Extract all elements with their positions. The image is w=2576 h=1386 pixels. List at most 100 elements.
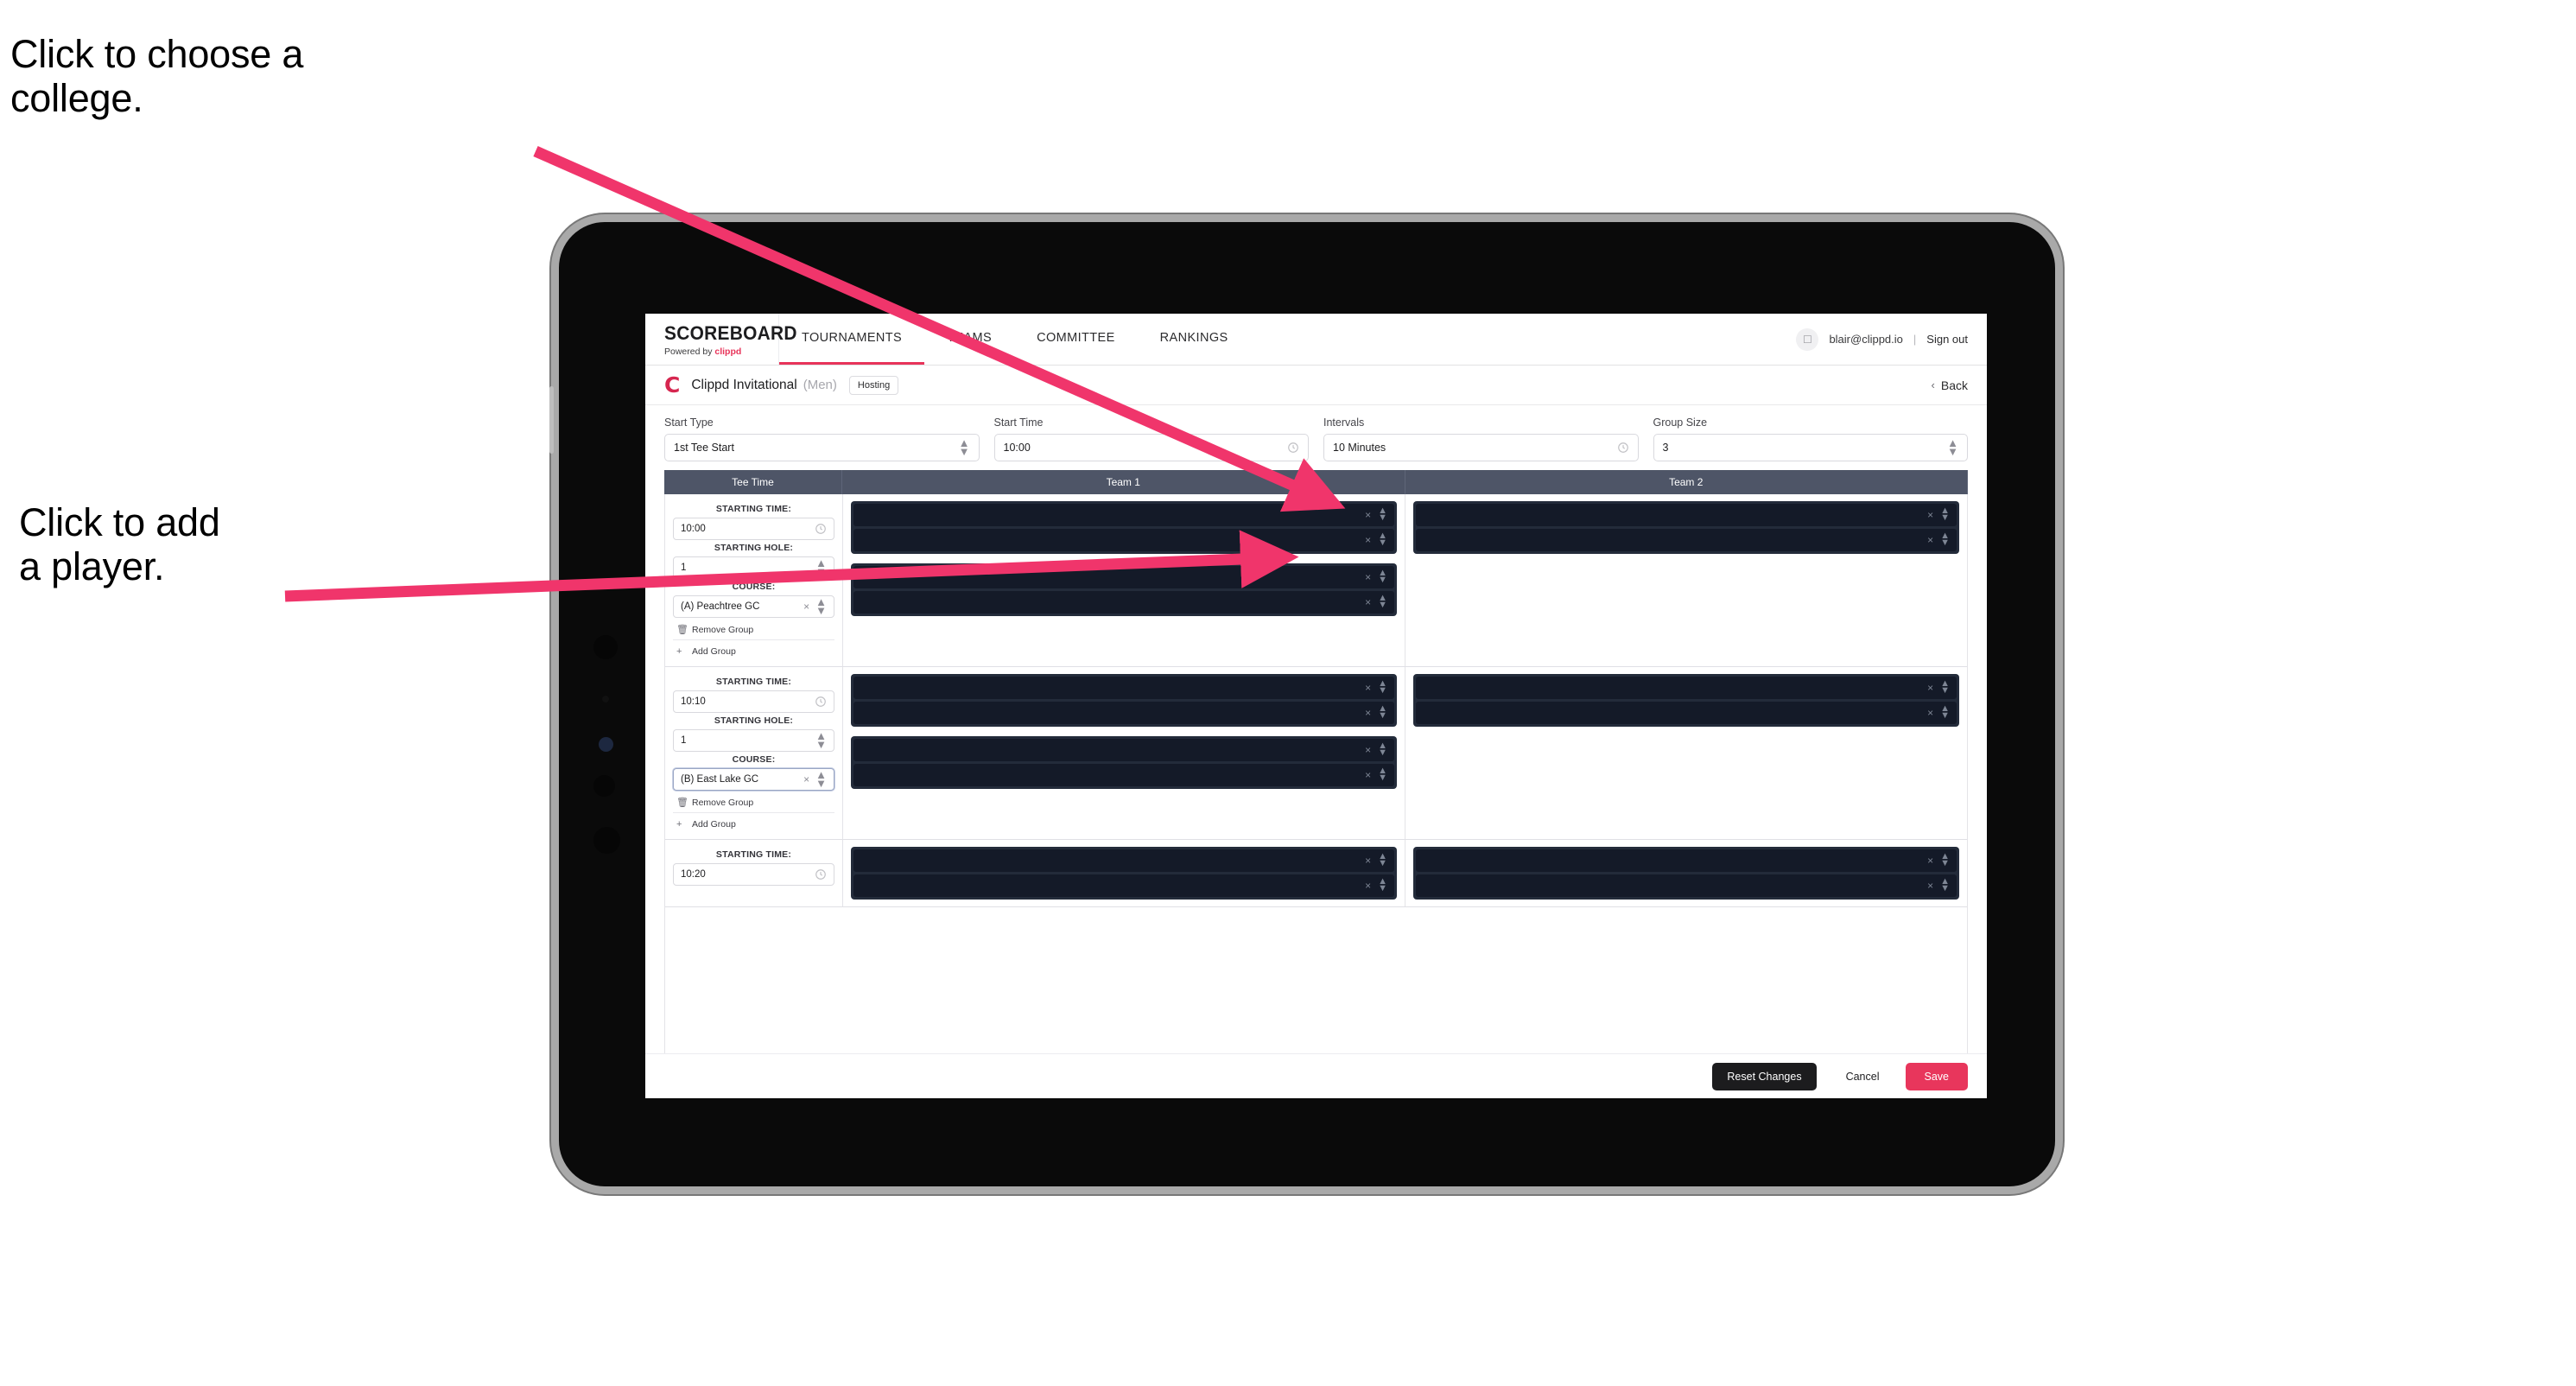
tee-time-group-row: STARTING TIME: 10:10 STARTING HOLE: 1 ▲ ▼ COUR… <box>665 667 1967 840</box>
player-slot[interactable]: × ▲ ▼ <box>853 702 1394 724</box>
field-start-type: Start Type 1st Tee Start ▲ ▼ <box>664 416 980 461</box>
clear-icon[interactable]: × <box>1927 881 1933 891</box>
start-time-input[interactable]: 10:00 <box>993 434 1309 461</box>
clear-icon[interactable]: × <box>1365 881 1371 891</box>
starting-hole-select[interactable]: 1 ▲ ▼ <box>673 556 834 579</box>
remove-group-button[interactable]: 🗑 Remove Group <box>673 791 834 812</box>
bezel-speaker-dot <box>593 827 620 854</box>
reset-changes-button[interactable]: Reset Changes <box>1712 1062 1817 1090</box>
tee-sheet-table: Tee Time Team 1 Team 2 STARTING TIME: 10:… <box>645 470 1987 1053</box>
tab-tournaments[interactable]: TOURNAMENTS <box>779 314 925 365</box>
clear-icon[interactable]: × <box>1365 535 1371 545</box>
player-slot[interactable]: × ▲ ▼ <box>1416 874 1957 897</box>
add-group-button-label: Add Group <box>692 646 736 657</box>
add-group-button[interactable]: + Add Group <box>673 812 834 834</box>
clear-icon[interactable]: × <box>1927 855 1933 866</box>
course-select[interactable]: (B) East Lake GC × ▲ ▼ <box>673 768 834 791</box>
clear-icon[interactable]: × <box>1365 572 1371 582</box>
player-slot[interactable]: × ▲ ▼ <box>853 566 1394 588</box>
clear-icon[interactable]: × <box>1927 708 1933 718</box>
tee-time-group-row: STARTING TIME: 10:20 × ▲ ▼ × ▲ ▼ × ▲ ▼ × ▲ ▼ <box>665 840 1967 907</box>
add-group-button[interactable]: + Add Group <box>673 639 834 661</box>
clear-icon[interactable]: × <box>1365 597 1371 607</box>
chevron-updown-icon: ▲ ▼ <box>1378 678 1387 696</box>
remove-group-button[interactable]: 🗑 Remove Group <box>673 618 834 639</box>
sign-out-link[interactable]: Sign out <box>1926 333 1968 346</box>
field-start-time: Start Time 10:00 <box>993 416 1309 461</box>
start-type-label: Start Type <box>664 416 714 429</box>
course-select[interactable]: (A) Peachtree GC × ▲ ▼ <box>673 595 834 618</box>
brand-title: SCOREBOARD <box>664 321 797 344</box>
chevron-updown-icon: ▲ ▼ <box>1378 741 1387 758</box>
player-slot[interactable]: × ▲ ▼ <box>853 764 1394 786</box>
trash-icon: 🗑 <box>676 625 688 635</box>
player-slot[interactable]: × ▲ ▼ <box>1416 849 1957 872</box>
nav-separator: | <box>1913 333 1917 346</box>
player-slot[interactable]: × ▲ ▼ <box>1416 702 1957 724</box>
tab-rankings[interactable]: RANKINGS <box>1138 314 1251 365</box>
chevron-updown-icon: ▲ ▼ <box>1378 876 1387 893</box>
course-select-value: (B) East Lake GC <box>681 774 759 785</box>
starting-time-input[interactable]: 10:20 <box>673 863 834 886</box>
starting-hole-select-value: 1 <box>681 563 687 573</box>
tab-committee-label: COMMITTEE <box>1037 331 1115 345</box>
start-type-select[interactable]: 1st Tee Start ▲ ▼ <box>664 434 980 461</box>
clear-icon[interactable]: × <box>1927 683 1933 693</box>
form-action-footer: Reset Changes Cancel Save <box>645 1053 1987 1098</box>
tee-time-cell: STARTING TIME: 10:10 STARTING HOLE: 1 ▲ ▼ COUR… <box>665 667 843 839</box>
starting-time-label: STARTING TIME: <box>715 504 792 514</box>
column-header-team-2: Team 2 <box>1405 470 1968 494</box>
player-slot-group: × ▲ ▼ × ▲ ▼ <box>1413 501 1959 554</box>
chevron-updown-icon: ▲ ▼ <box>815 729 827 751</box>
clear-icon[interactable]: × <box>803 601 809 613</box>
player-slot[interactable]: × ▲ ▼ <box>853 591 1394 614</box>
player-slot[interactable]: × ▲ ▼ <box>853 739 1394 761</box>
chevron-updown-icon: ▲ ▼ <box>1378 531 1387 548</box>
cancel-button[interactable]: Cancel <box>1829 1063 1897 1090</box>
starting-hole-select[interactable]: 1 ▲ ▼ <box>673 729 834 752</box>
player-slot[interactable]: × ▲ ▼ <box>853 677 1394 699</box>
clear-icon[interactable]: × <box>1365 510 1371 520</box>
user-avatar-icon[interactable]: ☐ <box>1796 327 1819 351</box>
group-size-select[interactable]: 3 ▲ ▼ <box>1653 434 1968 461</box>
annotation-choose-college: Click to choose a college. <box>10 32 304 120</box>
brand-logo[interactable]: SCOREBOARD Powered by clippd <box>645 314 797 365</box>
chevron-updown-icon: ▲ ▼ <box>958 436 970 458</box>
tab-committee[interactable]: COMMITTEE <box>1014 314 1138 365</box>
tab-tournaments-label: TOURNAMENTS <box>802 331 903 345</box>
starting-time-input[interactable]: 10:10 <box>673 690 834 713</box>
clear-icon[interactable]: × <box>1365 745 1371 755</box>
player-slot[interactable]: × ▲ ▼ <box>853 849 1394 872</box>
bezel-lens-dot <box>599 737 613 752</box>
player-slot[interactable]: × ▲ ▼ <box>1416 677 1957 699</box>
clear-icon[interactable]: × <box>1927 535 1933 545</box>
remove-group-button-label: Remove Group <box>692 624 754 635</box>
clear-icon[interactable]: × <box>1365 770 1371 780</box>
user-email: blair@clippd.io <box>1829 333 1903 346</box>
player-slot-group: × ▲ ▼ × ▲ ▼ <box>851 501 1397 554</box>
player-slot[interactable]: × ▲ ▼ <box>1416 504 1957 526</box>
player-slot[interactable]: × ▲ ▼ <box>853 504 1394 526</box>
tab-teams[interactable]: TEAMS <box>924 314 1014 365</box>
clear-icon[interactable]: × <box>1927 510 1933 520</box>
starting-time-input[interactable]: 10:00 <box>673 518 834 540</box>
intervals-input[interactable]: 10 Minutes <box>1323 434 1639 461</box>
clear-icon[interactable]: × <box>1365 708 1371 718</box>
chevron-updown-icon: ▲ ▼ <box>1940 876 1950 893</box>
clippd-logo-icon: C <box>664 372 681 397</box>
clear-icon[interactable]: × <box>1365 683 1371 693</box>
back-button[interactable]: ‹ Back <box>1932 378 1968 392</box>
player-slot[interactable]: × ▲ ▼ <box>853 529 1394 551</box>
starting-time-label: STARTING TIME: <box>715 677 792 687</box>
tee-sheet-settings-row: Start Type 1st Tee Start ▲ ▼ Start Time 1… <box>645 405 1987 470</box>
clear-icon[interactable]: × <box>803 773 809 785</box>
player-slot[interactable]: × ▲ ▼ <box>853 874 1394 897</box>
chevron-updown-icon: ▲ ▼ <box>815 768 827 790</box>
player-slot[interactable]: × ▲ ▼ <box>1416 529 1957 551</box>
clear-icon[interactable]: × <box>1365 855 1371 866</box>
chevron-left-icon: ‹ <box>1931 378 1935 391</box>
back-button-label: Back <box>1940 378 1968 392</box>
player-slot-group: × ▲ ▼ × ▲ ▼ <box>1413 674 1959 727</box>
save-button[interactable]: Save <box>1905 1062 1968 1090</box>
starting-time-label: STARTING TIME: <box>715 849 792 860</box>
